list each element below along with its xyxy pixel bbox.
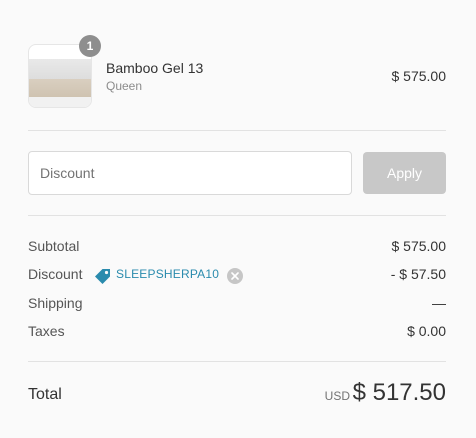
product-price: $ 575.00 bbox=[391, 68, 447, 84]
divider bbox=[28, 130, 446, 131]
taxes-value: $ 0.00 bbox=[407, 323, 446, 339]
taxes-label: Taxes bbox=[28, 323, 65, 339]
subtotal-row: Subtotal $ 575.00 bbox=[28, 238, 446, 258]
total-amount: $ 517.50 bbox=[352, 379, 446, 406]
shipping-label: Shipping bbox=[28, 295, 83, 311]
product-name: Bamboo Gel 13 bbox=[106, 60, 204, 76]
divider bbox=[28, 361, 446, 362]
quantity-badge: 1 bbox=[79, 35, 101, 57]
taxes-row: Taxes $ 0.00 bbox=[28, 323, 446, 343]
shipping-value: — bbox=[432, 295, 446, 311]
subtotal-label: Subtotal bbox=[28, 238, 80, 254]
apply-discount-button[interactable]: Apply bbox=[363, 152, 446, 194]
shipping-row: Shipping — bbox=[28, 295, 446, 315]
discount-code: SLEEPSHERPA10 bbox=[116, 267, 220, 281]
product-variant: Queen bbox=[106, 79, 143, 93]
product-line-item: 1 Bamboo Gel 13 Queen $ 575.00 bbox=[28, 35, 447, 109]
discount-label: Discount bbox=[28, 266, 83, 282]
order-summary: 1 Bamboo Gel 13 Queen $ 575.00 Apply Sub… bbox=[28, 0, 446, 438]
subtotal-value: $ 575.00 bbox=[391, 238, 447, 254]
tag-icon bbox=[94, 267, 112, 285]
discount-code-input[interactable] bbox=[28, 151, 352, 195]
total-label: Total bbox=[28, 386, 62, 403]
discount-value: - $ 57.50 bbox=[390, 266, 446, 282]
total-currency: USD bbox=[324, 389, 350, 403]
divider bbox=[28, 215, 446, 216]
discount-row: Discount SLEEPSHERPA10 - $ 57.50 bbox=[28, 266, 446, 286]
remove-discount-icon[interactable] bbox=[227, 268, 243, 284]
